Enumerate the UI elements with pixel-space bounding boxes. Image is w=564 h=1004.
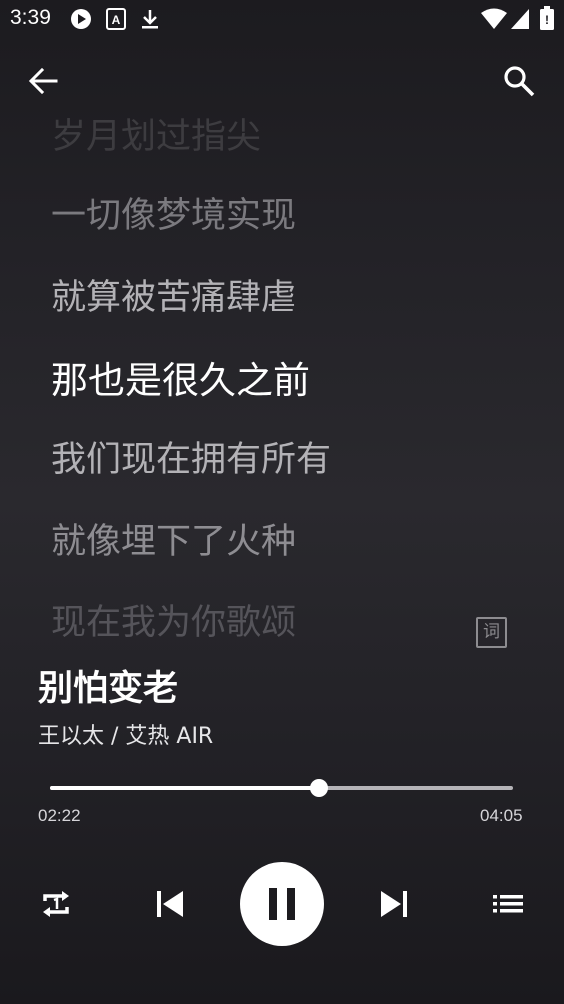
current-time: 02:22 [38,806,81,825]
search-button[interactable] [502,64,536,98]
pause-icon [269,888,295,920]
repeat-button[interactable] [38,886,74,922]
back-button[interactable] [26,64,60,98]
status-bar: 3:39 A ! [0,0,564,38]
lyric-line-current: 那也是很久之前 [51,359,310,402]
next-button[interactable] [376,886,412,922]
media-playing-icon [71,9,91,29]
song-title: 别怕变老 [38,669,179,709]
song-artist: 王以太 / 艾热 AIR [38,724,214,749]
svg-text:!: ! [545,13,549,27]
progress-bar[interactable] [50,779,513,797]
previous-button[interactable] [152,886,188,922]
skip-previous-icon [157,891,183,917]
svg-text:A: A [112,13,121,27]
lyric-line: 我们现在拥有所有 [51,440,332,480]
lyrics-view[interactable]: 岁月划过指尖 一切像梦境实现 就算被苦痛肆虐 那也是很久之前 我们现在拥有所有 … [0,100,564,660]
lyric-line: 一切像梦境实现 [51,196,297,236]
lyric-line: 岁月划过指尖 [51,117,262,157]
pause-button[interactable] [240,862,324,946]
total-time: 04:05 [480,806,523,825]
arrow-back-icon [28,67,58,95]
lyric-line: 就像埋下了火种 [51,522,297,562]
cell-signal-icon [511,9,529,29]
app-notification-icon: A [106,8,126,30]
lyric-line: 现在我为你歌颂 [51,603,297,643]
lyric-toggle-button[interactable]: 词 [476,617,507,648]
skip-next-icon [381,891,407,917]
progress-fill [50,786,319,790]
playlist-button[interactable] [490,886,526,922]
progress-thumb[interactable] [309,779,328,797]
download-icon [142,10,158,29]
repeat-icon [43,891,69,917]
wifi-icon [481,8,507,29]
battery-icon: ! [540,6,554,30]
status-time: 3:39 [10,6,51,29]
search-icon [504,66,535,97]
playlist-icon [493,895,523,913]
lyric-line: 就算被苦痛肆虐 [51,278,297,318]
